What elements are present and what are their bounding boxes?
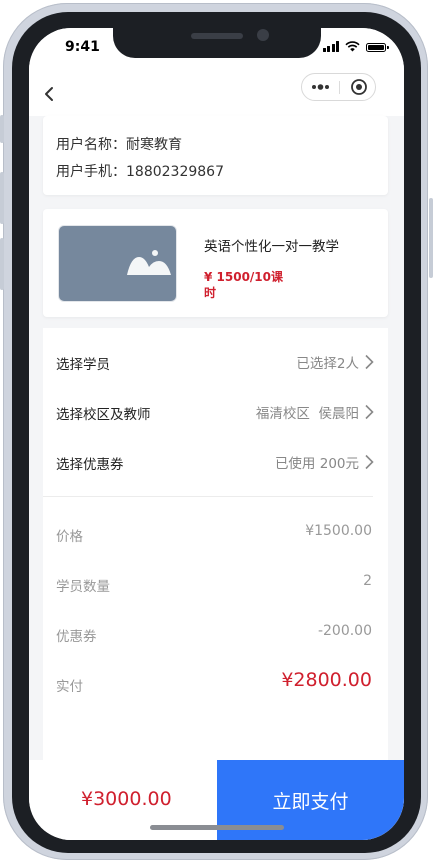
battery-icon	[366, 43, 389, 52]
total-amount: ¥3000.00	[81, 788, 172, 810]
course-price: ¥ 1500/10课时	[204, 270, 284, 300]
option-value: 已使用 200元	[274, 456, 359, 472]
screen: 9:41 用户名称：耐寒教育 用户手机：18802329867 英语个性化一对一…	[29, 28, 404, 840]
price-value: ¥1500.00	[305, 523, 372, 539]
coupon-label: 优惠券	[56, 629, 97, 645]
volume-up-button	[0, 172, 4, 224]
chevron-right-icon	[365, 404, 374, 420]
home-indicator	[150, 825, 284, 830]
course-thumbnail	[58, 225, 177, 302]
section-divider	[43, 496, 373, 497]
select-student-row[interactable]: 选择学员 已选择2人	[43, 337, 388, 387]
wifi-icon	[345, 41, 360, 52]
back-arrow-icon	[45, 87, 53, 101]
status-icons	[322, 41, 389, 52]
volume-down-button	[0, 238, 4, 290]
option-label: 选择校区及教师	[56, 407, 151, 423]
user-phone: 用户手机：18802329867	[56, 164, 224, 180]
actual-payment-value: ¥2800.00	[281, 669, 372, 691]
user-name: 用户名称：耐寒教育	[56, 137, 182, 153]
course-card[interactable]: 英语个性化一对一教学 ¥ 1500/10课时	[43, 209, 388, 317]
option-value: 福清校区 侯晨阳	[255, 406, 359, 422]
price-row: 价格 ¥1500.00	[43, 508, 388, 558]
more-dots-icon	[312, 84, 329, 90]
chevron-right-icon	[365, 454, 374, 470]
more-button[interactable]	[302, 74, 339, 100]
select-campus-teacher-row[interactable]: 选择校区及教师 福清校区 侯晨阳	[43, 387, 388, 437]
close-miniprogram-button[interactable]	[340, 74, 376, 100]
navigation-bar	[29, 72, 404, 116]
price-label: 价格	[56, 529, 83, 545]
front-camera	[257, 29, 269, 41]
device-notch	[113, 28, 321, 58]
coupon-value: -200.00	[317, 623, 372, 639]
option-value: 已选择2人	[296, 356, 359, 372]
status-time: 9:41	[65, 39, 100, 55]
mute-switch	[0, 115, 4, 143]
chevron-right-icon	[365, 354, 374, 370]
select-coupon-row[interactable]: 选择优惠券 已使用 200元	[43, 437, 388, 487]
student-count-value: 2	[363, 573, 372, 589]
close-target-icon	[351, 79, 367, 95]
course-title: 英语个性化一对一教学	[204, 239, 339, 255]
back-button[interactable]	[37, 80, 65, 108]
image-placeholder-icon	[127, 250, 171, 275]
power-button	[429, 198, 433, 278]
actual-payment-row: 实付 ¥2800.00	[43, 658, 388, 708]
miniprogram-capsule	[301, 73, 376, 101]
option-label: 选择优惠券	[56, 457, 124, 473]
coupon-row: 优惠券 -200.00	[43, 608, 388, 658]
signal-icon	[322, 41, 339, 52]
order-options: 选择学员 已选择2人 选择校区及教师 福清校区 侯晨阳 选择优惠券 已使用 20…	[43, 328, 388, 760]
option-label: 选择学员	[56, 357, 110, 373]
actual-payment-label: 实付	[56, 679, 83, 695]
student-count-label: 学员数量	[56, 579, 110, 595]
user-info-card: 用户名称：耐寒教育 用户手机：18802329867	[43, 116, 388, 195]
student-count-row: 学员数量 2	[43, 558, 388, 608]
speaker-grille	[191, 33, 243, 39]
